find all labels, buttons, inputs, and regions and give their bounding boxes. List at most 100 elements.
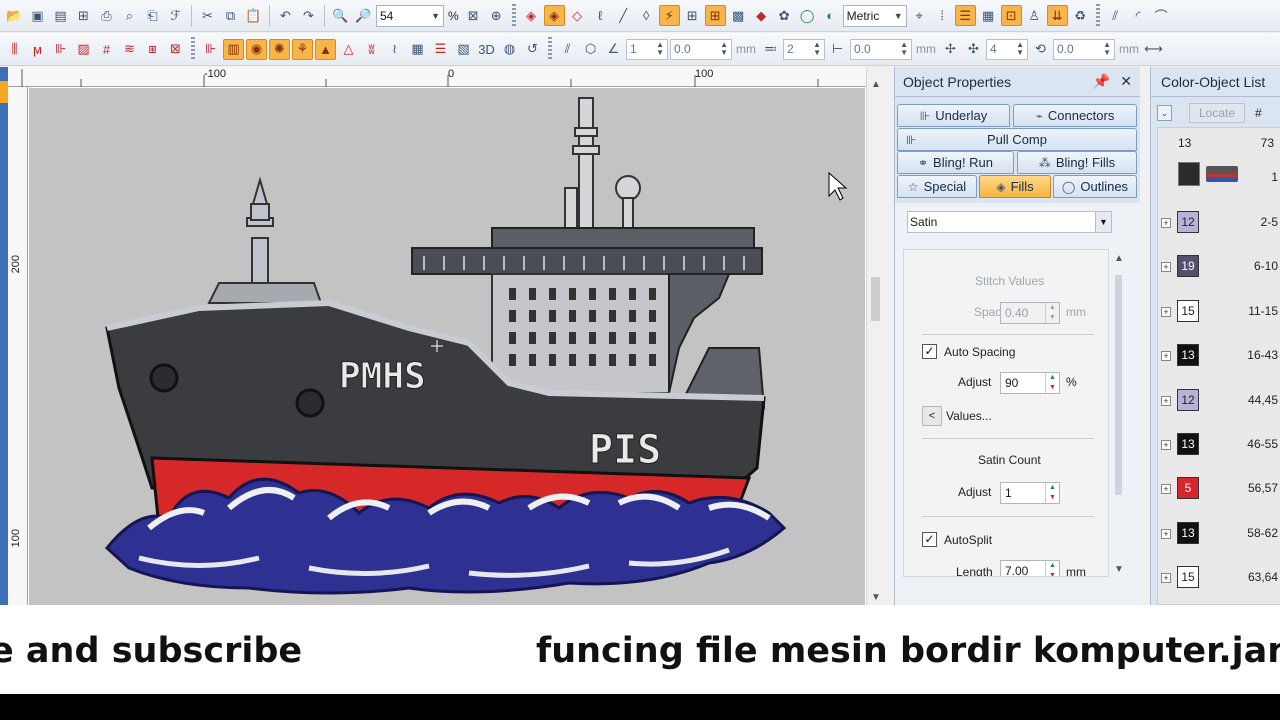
emboss-icon[interactable]: ◍ <box>499 39 520 60</box>
embroidery-design[interactable]: PMHS PIS <box>29 88 865 605</box>
copy-icon[interactable]: ⧉ <box>220 5 241 26</box>
3d-label[interactable]: 3D <box>476 39 497 60</box>
wave-fill-icon[interactable]: ϻ <box>27 39 48 60</box>
tab-underlay[interactable]: ⊪ Underlay <box>897 104 1010 127</box>
zoom-out-icon[interactable]: 🔎 <box>353 5 374 26</box>
scroll-up-icon[interactable]: ▲ <box>871 79 881 90</box>
image-icon[interactable]: ▩ <box>728 5 749 26</box>
save-as-icon[interactable]: ▤ <box>50 5 71 26</box>
adjust-field[interactable]: 90 ▲ ▼ <box>1000 372 1060 394</box>
radial-fill-icon[interactable]: ✺ <box>269 38 290 60</box>
color-swatch[interactable]: 19 <box>1177 255 1199 278</box>
stitch-tool-icon[interactable]: ⚡ <box>658 5 680 26</box>
curve-tool-icon[interactable]: ⌒ <box>1151 5 1172 26</box>
color-row[interactable]: +13 46-55 <box>1158 426 1280 470</box>
toolbar-grip[interactable] <box>548 37 552 61</box>
spacing-icon[interactable]: ≕ <box>760 39 781 60</box>
pattern-select-icon[interactable]: ⫽ <box>557 39 578 60</box>
zoom-box-icon[interactable]: ⊕ <box>486 5 507 26</box>
properties-icon[interactable]: ℱ <box>165 5 186 26</box>
zigzag-fill-icon[interactable]: ʬ <box>361 39 382 60</box>
field-c[interactable]: 2 ▲ ▼ <box>783 38 825 60</box>
ripple-fill-icon[interactable]: ≋ <box>119 39 140 60</box>
rotate-icon[interactable]: ⟲ <box>1030 39 1051 60</box>
color-swatch[interactable]: 12 <box>1177 388 1199 411</box>
field-e[interactable]: 4 ▲ ▼ <box>986 38 1028 60</box>
freehand-icon[interactable]: ℓ <box>590 5 611 26</box>
spinner-icon[interactable]: ▲ ▼ <box>1016 41 1024 57</box>
spinner-icon[interactable]: ▲ ▼ <box>656 41 664 57</box>
color-row[interactable]: +12 2-5 <box>1158 204 1280 248</box>
properties-scrollbar[interactable]: ▲ ▼ <box>1111 249 1127 577</box>
motif-fill-icon[interactable]: ⧆ <box>142 39 163 60</box>
stamp-fill-icon[interactable]: ⊠ <box>165 39 186 60</box>
spinner-icon[interactable]: ▲ ▼ <box>1045 483 1059 503</box>
redo-icon[interactable]: ↷ <box>298 5 319 26</box>
satin-fill-icon[interactable]: ▥ <box>223 38 244 60</box>
complex-fill-icon[interactable]: ◇ <box>567 5 588 26</box>
column-icon[interactable]: ⫼ <box>4 39 25 60</box>
scroll-thumb[interactable] <box>1115 275 1122 495</box>
sequence-icon[interactable]: ⇊ <box>1046 5 1068 26</box>
stretch-icon[interactable]: ⟷ <box>1143 39 1164 60</box>
color-palette-icon[interactable]: ◆ <box>751 5 772 26</box>
pin-icon[interactable]: 📌 <box>1093 73 1110 90</box>
field-a[interactable]: 1 ▲ ▼ <box>626 38 668 60</box>
measure-icon[interactable]: ⌖ <box>909 5 930 26</box>
color-row[interactable]: +13 16-43 <box>1158 337 1280 381</box>
close-icon[interactable]: ✕ <box>1120 73 1132 90</box>
color-swatch[interactable]: 5 <box>1177 477 1199 500</box>
color-row[interactable]: +15 11-15 <box>1158 293 1280 337</box>
left-tool-strip[interactable] <box>0 67 8 605</box>
field-b[interactable]: 0.0 ▲ ▼ <box>670 38 732 60</box>
spacing-field[interactable]: 0.40 ▲ ▼ <box>1000 302 1060 324</box>
expand-icon[interactable]: + <box>1161 440 1171 450</box>
spinner-icon[interactable]: ▲ ▼ <box>900 41 908 57</box>
texture-icon[interactable]: ▧ <box>453 39 474 60</box>
reshape-icon[interactable]: ◊ <box>636 5 657 26</box>
tab-fills[interactable]: ◈ Fills <box>979 175 1051 198</box>
tab-bling-fills[interactable]: ⁂ Bling! Fills <box>1017 151 1137 174</box>
angle-icon[interactable]: ∠ <box>603 39 624 60</box>
scroll-thumb[interactable] <box>871 277 880 321</box>
hoop-icon[interactable]: ⊞ <box>704 5 726 26</box>
circle-tool-icon[interactable]: ◯ <box>797 5 818 26</box>
zoom-in-icon[interactable]: 🔍 <box>330 5 351 26</box>
tab-bling-run[interactable]: ⚭ Bling! Run <box>897 151 1014 174</box>
color-row[interactable]: +13 58-62 <box>1158 515 1280 559</box>
auto-spacing-checkbox[interactable]: ✓ <box>922 344 937 359</box>
person-icon[interactable]: ♙ <box>1024 5 1045 26</box>
tab-special[interactable]: ☆ Special <box>897 175 977 198</box>
expand-icon[interactable]: + <box>1161 262 1171 273</box>
fancy-fill-icon[interactable]: ⚘ <box>292 38 313 60</box>
stitch-list-icon[interactable]: ☰ <box>954 5 976 26</box>
expand-icon[interactable]: + <box>1161 351 1171 362</box>
expand-icon[interactable]: + <box>1161 484 1171 495</box>
export-icon[interactable]: ⊞ <box>73 5 94 26</box>
values-arrow-button[interactable]: < <box>922 406 942 426</box>
wave-disabled-icon[interactable]: ≀ <box>384 39 405 60</box>
spinner-icon[interactable]: ▲ ▼ <box>720 41 728 57</box>
locate-button[interactable]: Locate <box>1189 103 1245 123</box>
color-swatch[interactable]: 12 <box>1177 211 1199 233</box>
arc-tool-icon[interactable]: ◜ <box>1128 5 1149 26</box>
stitch-type-icon[interactable]: ⊪ <box>200 39 221 60</box>
warning-fill-icon[interactable]: ▲ <box>315 38 336 60</box>
pattern-fill-icon[interactable]: ⊪ <box>50 39 71 60</box>
lock-icon[interactable]: ⊡ <box>1000 5 1022 26</box>
hash-fill-icon[interactable]: # <box>96 39 117 60</box>
field-f[interactable]: 0.0 ▲ ▼ <box>1053 38 1115 60</box>
color-row[interactable]: +12 44,45 <box>1158 382 1280 426</box>
expand-icon[interactable]: + <box>1161 573 1171 584</box>
slash-tool-icon[interactable]: ⫽ <box>1105 5 1126 26</box>
scroll-down-icon[interactable]: ▼ <box>1114 564 1124 575</box>
open-file-icon[interactable]: 📂 <box>4 5 25 26</box>
scatter-icon[interactable]: ✣ <box>963 39 984 60</box>
move-icon[interactable]: ✢ <box>940 39 961 60</box>
expand-icon[interactable]: + <box>1161 528 1171 539</box>
undo-icon[interactable]: ↶ <box>275 5 296 26</box>
print-icon[interactable]: ⎙ <box>96 5 117 26</box>
zoom-fit-icon[interactable]: ⊠ <box>463 5 484 26</box>
cross-fill-icon[interactable]: ▨ <box>73 39 94 60</box>
satin-adjust-field[interactable]: 1 ▲ ▼ <box>1000 482 1060 504</box>
